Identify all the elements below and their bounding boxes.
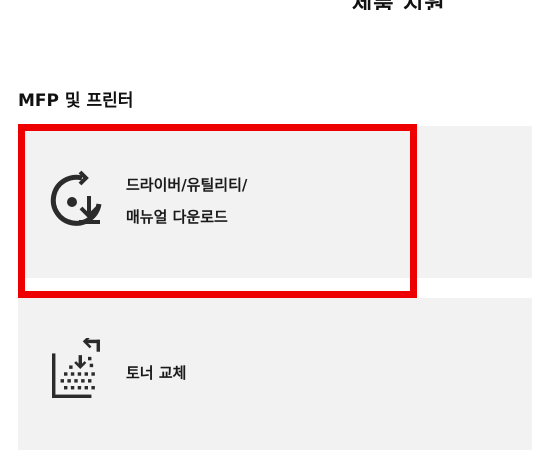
page-heading-fragment: 제품 지원	[352, 0, 446, 10]
toner-replace-icon	[52, 338, 100, 398]
driver-card-label-line2: 매뉴얼 다운로드	[126, 208, 228, 226]
toner-replace-card[interactable]: 토너 교체	[18, 298, 532, 450]
driver-utility-manual-download-card[interactable]: 드라이버/유틸리티/ 매뉴얼 다운로드	[18, 126, 532, 278]
download-refresh-icon	[50, 170, 102, 226]
toner-card-label: 토너 교체	[126, 364, 187, 382]
driver-card-label: 드라이버/유틸리티/ 매뉴얼 다운로드	[126, 169, 247, 233]
driver-card-label-line1: 드라이버/유틸리티/	[126, 176, 248, 194]
section-title: MFP 및 프린터	[18, 91, 134, 111]
